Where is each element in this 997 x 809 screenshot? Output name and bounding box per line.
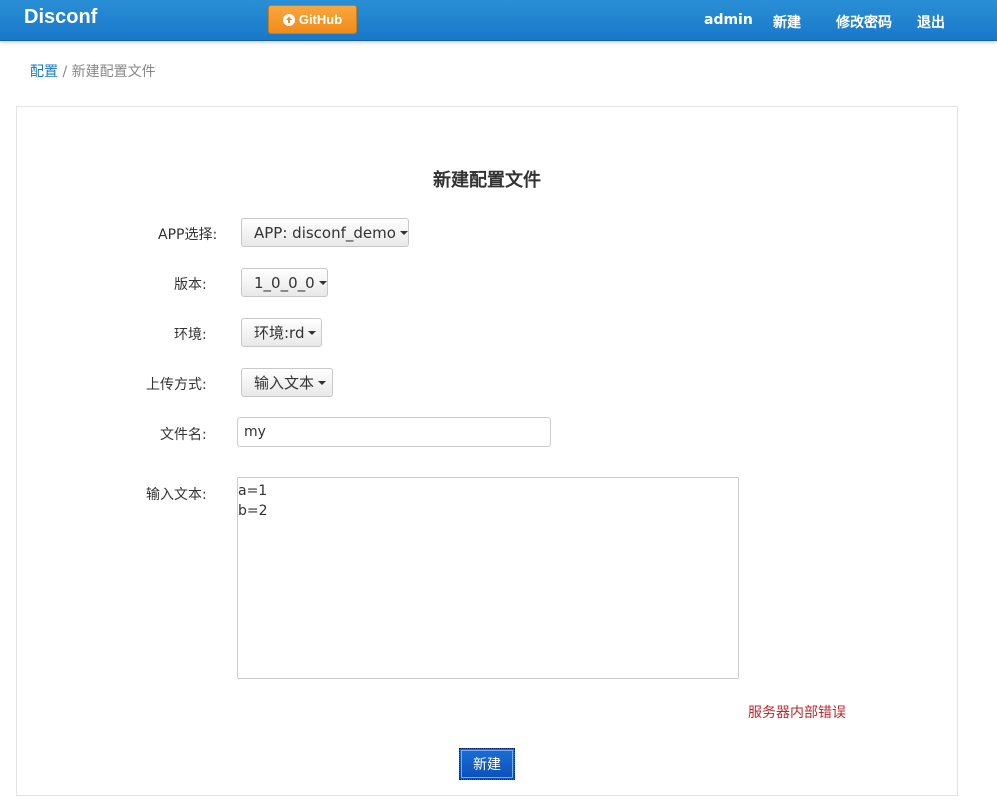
- nav-user-admin[interactable]: admin: [704, 12, 753, 28]
- nav-new[interactable]: 新建: [773, 12, 801, 32]
- version-dropdown[interactable]: 1_0_0_0: [241, 268, 328, 297]
- github-button-label: GitHub: [298, 12, 343, 27]
- version-label: 版本:: [174, 277, 207, 293]
- arrow-up-circle-icon: [282, 13, 295, 26]
- filename-input[interactable]: [237, 417, 551, 447]
- caret-down-icon: [399, 230, 408, 235]
- brand-logo[interactable]: Disconf: [24, 6, 97, 29]
- upload-method-value: 输入文本: [254, 374, 315, 392]
- version-value: 1_0_0_0: [254, 273, 315, 292]
- breadcrumb-config-link[interactable]: 配置: [30, 64, 58, 80]
- env-label: 环境:: [174, 327, 207, 343]
- form-title: 新建配置文件: [433, 170, 541, 191]
- error-message: 服务器内部错误: [748, 705, 846, 721]
- caret-down-icon: [308, 330, 317, 335]
- github-button[interactable]: GitHub: [268, 5, 357, 34]
- app-select-value: APP: disconf_demo: [254, 223, 396, 242]
- submit-new-button[interactable]: 新建: [459, 748, 515, 780]
- env-dropdown[interactable]: 环境:rd: [241, 318, 322, 347]
- app-select-label: APP选择:: [158, 227, 218, 243]
- nav-logout[interactable]: 退出: [917, 12, 945, 32]
- upload-method-dropdown[interactable]: 输入文本: [241, 368, 333, 397]
- content-label: 输入文本:: [146, 487, 207, 503]
- app-select-dropdown[interactable]: APP: disconf_demo: [241, 218, 409, 247]
- upload-method-label: 上传方式:: [146, 377, 207, 393]
- form-panel: [16, 106, 958, 796]
- breadcrumb: 配置 / 新建配置文件: [30, 61, 156, 81]
- content-textarea[interactable]: a=1 b=2: [237, 477, 739, 679]
- filename-label: 文件名:: [160, 427, 207, 443]
- breadcrumb-current: 新建配置文件: [71, 64, 156, 80]
- nav-change-password[interactable]: 修改密码: [836, 12, 892, 32]
- breadcrumb-separator: /: [62, 64, 68, 80]
- env-value: 环境:rd: [254, 324, 305, 342]
- top-navbar: Disconf GitHub admin 新建 修改密码 退出: [0, 0, 997, 41]
- caret-down-icon: [318, 280, 327, 285]
- caret-down-icon: [318, 380, 327, 385]
